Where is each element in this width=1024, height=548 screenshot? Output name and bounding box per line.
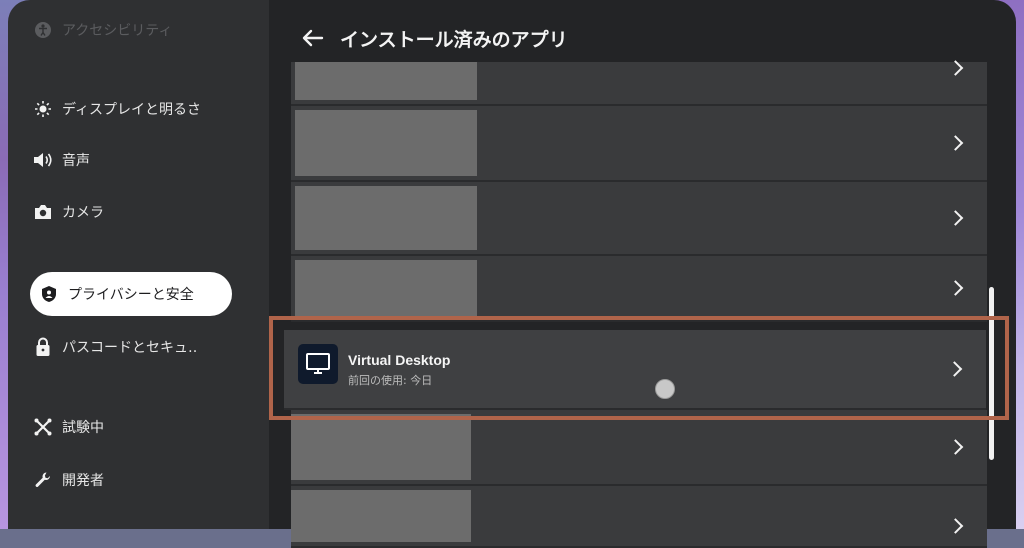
sidebar-item-audio[interactable]: 音声 <box>30 138 90 182</box>
sidebar-item-label: ディスプレイと明るさ <box>62 102 202 118</box>
sidebar-item-experimental[interactable]: 試験中 <box>30 405 104 449</box>
app-row[interactable] <box>291 60 987 106</box>
page-header: インストール済みのアプリ <box>302 22 568 54</box>
settings-sidebar <box>8 0 270 529</box>
sidebar-item-privacy[interactable]: プライバシーと安全 <box>30 272 232 316</box>
sidebar-item-label: アクセシビリティ <box>62 23 173 39</box>
sidebar-item-label: 音声 <box>62 153 90 169</box>
experiment-icon <box>30 417 56 437</box>
sidebar-item-label: プライバシーと安全 <box>68 287 194 303</box>
app-thumbnail <box>295 186 477 250</box>
app-thumbnail <box>295 62 477 100</box>
chevron-right-icon <box>947 135 964 151</box>
monitor-icon <box>298 344 338 384</box>
accessibility-icon <box>30 21 56 39</box>
brightness-icon <box>30 100 56 118</box>
app-row[interactable] <box>291 486 987 548</box>
app-name: Virtual Desktop <box>348 352 451 368</box>
chevron-right-icon <box>947 60 964 76</box>
app-row[interactable] <box>291 182 987 256</box>
page-title: インストール済みのアプリ <box>340 28 568 51</box>
chevron-right-icon <box>947 439 964 455</box>
sidebar-item-label: 試験中 <box>62 420 104 436</box>
sidebar-item-camera[interactable]: カメラ <box>30 190 104 234</box>
sidebar-item-label: パスコードとセキュ‥ <box>62 340 198 356</box>
speaker-icon <box>30 152 56 168</box>
sidebar-item-passcode[interactable]: パスコードとセキュ‥ <box>30 325 197 369</box>
chevron-right-icon <box>947 280 964 296</box>
app-thumbnail <box>295 260 477 316</box>
sidebar-item-label: カメラ <box>62 205 104 221</box>
chevron-right-icon <box>947 518 964 534</box>
sidebar-item-label: 開発者 <box>62 473 104 489</box>
chevron-right-icon <box>946 361 963 377</box>
app-thumbnail <box>291 414 471 480</box>
app-row-virtual-desktop[interactable]: Virtual Desktop 前回の使用: 今日 <box>284 330 986 410</box>
chevron-right-icon <box>947 210 964 226</box>
camera-icon <box>30 204 56 220</box>
app-row[interactable] <box>291 106 987 182</box>
wrench-icon <box>30 471 56 489</box>
pointer-cursor <box>655 379 675 399</box>
sidebar-item-display[interactable]: ディスプレイと明るさ <box>30 87 201 131</box>
app-thumbnail <box>291 490 471 542</box>
lock-icon <box>30 337 56 357</box>
app-row[interactable] <box>291 410 987 486</box>
back-arrow-icon[interactable] <box>302 26 326 50</box>
sidebar-item-developer[interactable]: 開発者 <box>30 458 104 502</box>
shield-icon <box>36 285 62 303</box>
scrollbar[interactable] <box>989 287 994 460</box>
app-row[interactable] <box>291 256 987 322</box>
app-last-used: 前回の使用: 今日 <box>348 374 433 387</box>
app-thumbnail <box>295 110 477 176</box>
sidebar-item-accessibility[interactable]: アクセシビリティ <box>30 8 172 52</box>
